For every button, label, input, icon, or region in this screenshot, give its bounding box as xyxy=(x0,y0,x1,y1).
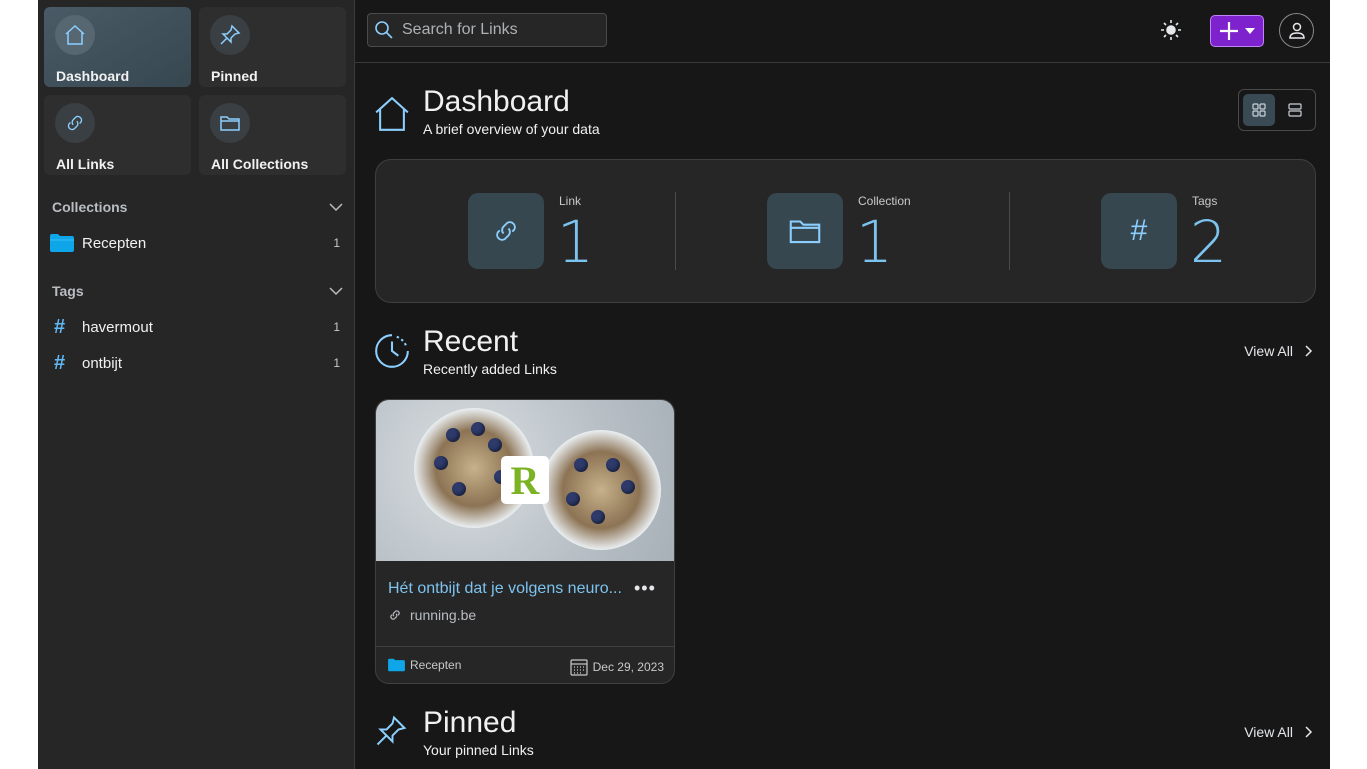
top-bar xyxy=(355,0,1330,63)
folder-icon xyxy=(388,658,405,672)
pin-icon xyxy=(210,15,250,55)
link-icon xyxy=(55,103,95,143)
view-all-label: View All xyxy=(1244,724,1293,740)
view-all-label: View All xyxy=(1244,343,1293,359)
link-date: Dec 29, 2023 xyxy=(570,658,664,676)
stat-divider xyxy=(675,192,676,270)
grid-view-button[interactable] xyxy=(1243,94,1275,126)
recent-view-all-link[interactable]: View All xyxy=(1244,343,1315,359)
caret-down-icon xyxy=(1245,28,1255,34)
stat-value: 1 xyxy=(856,208,893,276)
hash-icon: # xyxy=(54,351,66,374)
sidebar: Dashboard Pinned All Links All Collectio… xyxy=(38,0,355,769)
pinned-title: Pinned xyxy=(423,706,517,739)
pinned-view-all-link[interactable]: View All xyxy=(1244,724,1315,740)
stat-value: 2 xyxy=(1190,208,1227,276)
tag-count: 1 xyxy=(333,356,340,370)
app-window: Dashboard Pinned All Links All Collectio… xyxy=(38,0,1330,769)
chevron-down-icon xyxy=(329,203,343,212)
nav-tile-pinned[interactable]: Pinned xyxy=(199,7,346,87)
tag-name: havermout xyxy=(82,318,153,336)
sidebar-tag-ontbijt[interactable]: # ontbijt 1 xyxy=(50,350,340,376)
theme-toggle-button[interactable] xyxy=(1160,19,1182,41)
chevron-right-icon xyxy=(1305,726,1313,738)
nav-tile-all-links[interactable]: All Links xyxy=(44,95,191,175)
link-more-options-button[interactable]: ••• xyxy=(634,578,656,599)
stat-divider xyxy=(1009,192,1010,270)
link-collection-name: Recepten xyxy=(410,658,462,672)
folder-icon xyxy=(767,193,843,269)
link-title[interactable]: Hét ontbijt dat je volgens neuro... xyxy=(388,580,628,598)
grid-icon xyxy=(1252,103,1266,117)
user-icon xyxy=(1288,22,1305,39)
link-domain: running.be xyxy=(410,607,477,623)
link-card-footer: Recepten Dec 29, 2023 xyxy=(376,646,674,683)
sidebar-collection-recepten[interactable]: Recepten 1 xyxy=(50,230,340,256)
pinned-subtitle: Your pinned Links xyxy=(423,742,534,758)
tag-count: 1 xyxy=(333,320,340,334)
main-content: Dashboard A brief overview of your data … xyxy=(355,63,1330,769)
nav-tile-all-collections[interactable]: All Collections xyxy=(199,95,346,175)
chevron-down-icon xyxy=(329,287,343,296)
collection-count: 1 xyxy=(333,236,340,250)
stat-label: Collection xyxy=(858,194,911,208)
collections-section-header[interactable]: Collections xyxy=(52,197,344,217)
link-collection-badge[interactable]: Recepten xyxy=(388,658,461,672)
nav-tile-label: All Collections xyxy=(211,156,309,172)
page-subtitle: A brief overview of your data xyxy=(423,121,600,137)
plus-icon xyxy=(1220,22,1238,40)
profile-button[interactable] xyxy=(1279,13,1314,48)
link-icon xyxy=(390,610,400,620)
nav-tile-dashboard[interactable]: Dashboard xyxy=(44,7,191,87)
home-icon xyxy=(55,15,95,55)
hash-icon: # xyxy=(1101,193,1177,269)
clock-icon xyxy=(375,334,409,368)
hash-icon: # xyxy=(54,315,66,338)
link-card[interactable]: R Hét ontbijt dat je volgens neuro... ••… xyxy=(375,399,675,684)
collections-heading: Collections xyxy=(52,199,128,215)
tags-heading: Tags xyxy=(52,283,84,299)
tag-name: ontbijt xyxy=(82,354,123,372)
sidebar-tag-havermout[interactable]: # havermout 1 xyxy=(50,314,340,340)
nav-tile-label: All Links xyxy=(56,156,115,172)
add-new-button[interactable] xyxy=(1210,15,1264,47)
pin-icon xyxy=(376,715,407,746)
search-icon xyxy=(375,21,393,39)
stat-label: Link xyxy=(559,194,582,208)
stat-label: Tags xyxy=(1192,194,1218,208)
nav-tile-label: Pinned xyxy=(211,68,258,84)
site-favicon: R xyxy=(501,456,549,504)
recent-subtitle: Recently added Links xyxy=(423,361,557,377)
link-icon xyxy=(468,193,544,269)
hash-glyph: # xyxy=(1130,214,1148,247)
folder-icon xyxy=(210,103,250,143)
stats-panel: Link 1 Collection 1 # Tags 2 xyxy=(375,159,1316,303)
link-url[interactable]: running.be xyxy=(388,607,476,623)
search-input[interactable] xyxy=(402,21,592,39)
stat-value: 1 xyxy=(557,208,594,276)
link-preview-image[interactable]: R xyxy=(376,400,674,561)
tags-section-header[interactable]: Tags xyxy=(52,281,344,301)
recent-title: Recent xyxy=(423,325,519,358)
chevron-right-icon xyxy=(1305,345,1313,357)
search-box[interactable] xyxy=(367,13,607,47)
link-date-text: Dec 29, 2023 xyxy=(592,660,664,674)
calendar-icon xyxy=(570,659,588,676)
collection-name: Recepten xyxy=(82,234,147,252)
list-icon xyxy=(1288,103,1302,117)
page-title: Dashboard xyxy=(423,85,570,118)
view-mode-toggle xyxy=(1238,89,1316,131)
folder-icon xyxy=(50,234,74,252)
list-view-button[interactable] xyxy=(1279,94,1311,126)
home-icon xyxy=(375,96,409,131)
sun-icon xyxy=(1161,20,1181,40)
nav-tile-label: Dashboard xyxy=(56,68,130,84)
